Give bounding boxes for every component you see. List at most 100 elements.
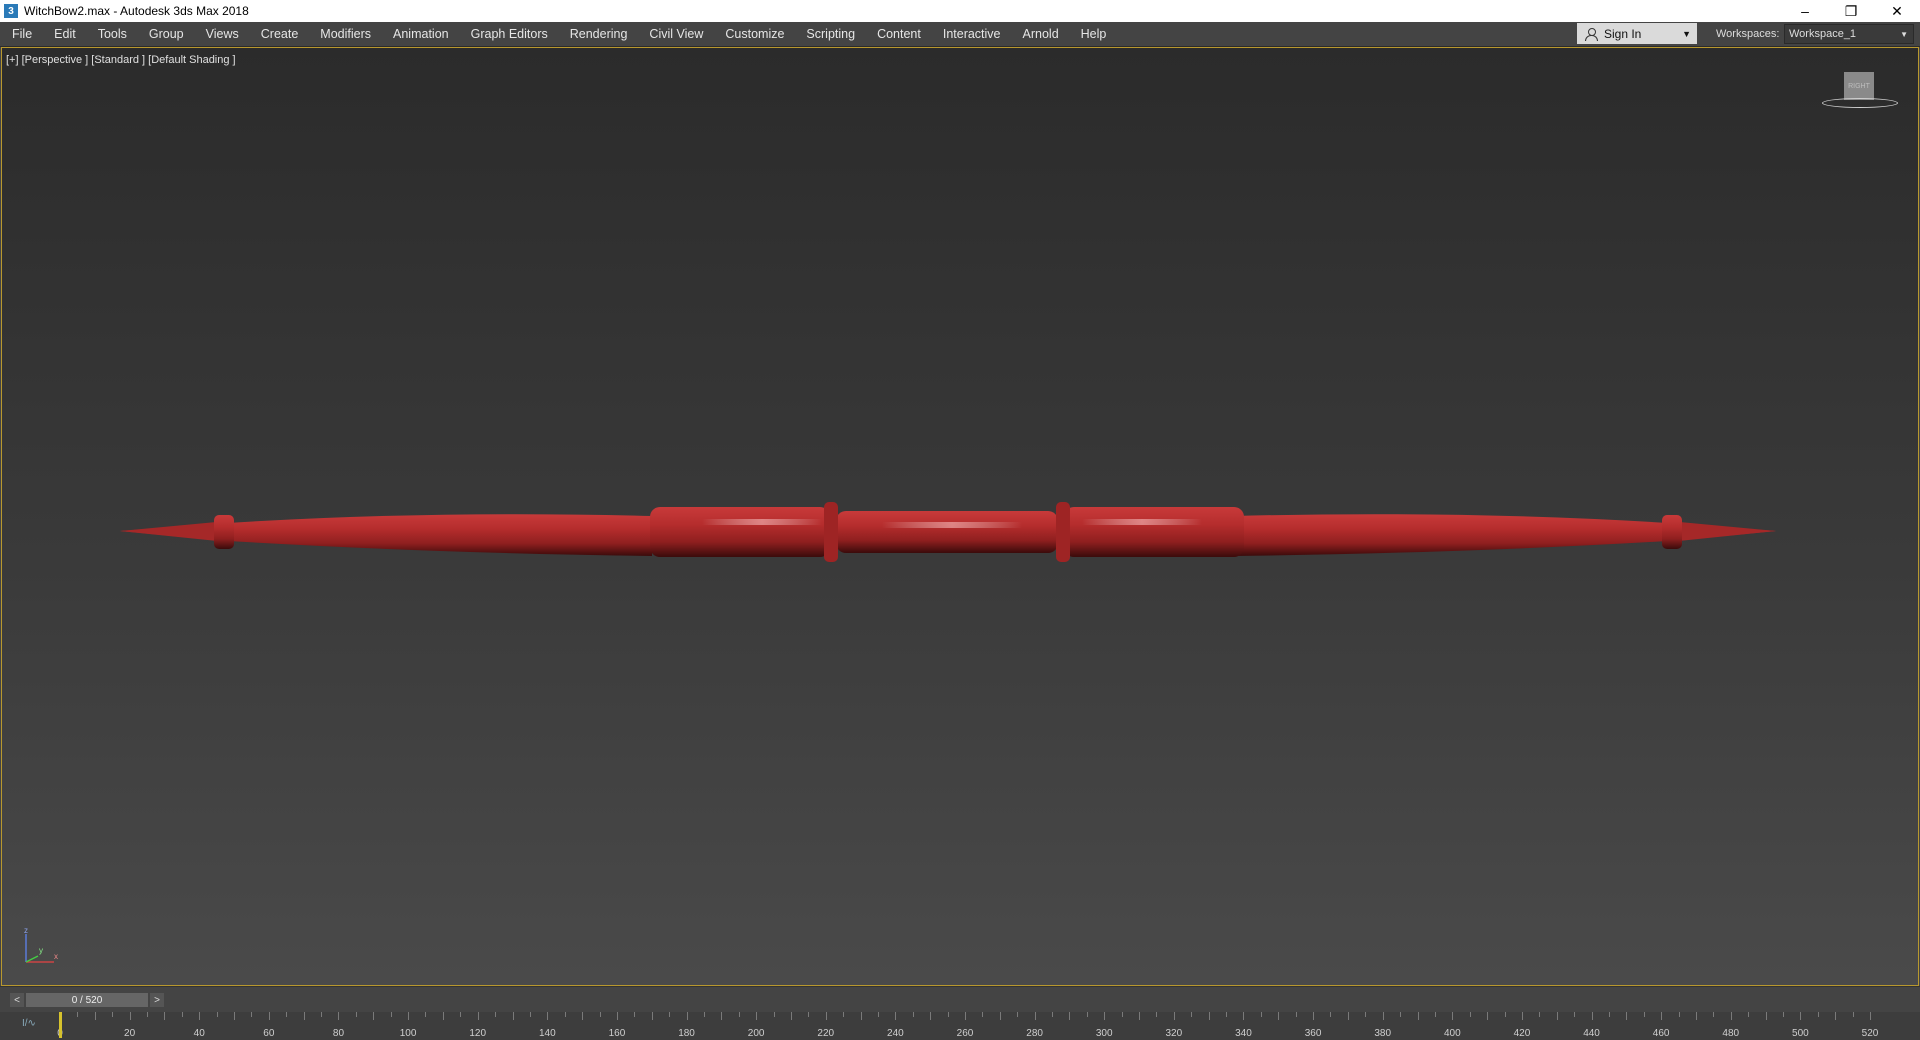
ruler-label: 420 — [1513, 1028, 1531, 1039]
ruler-tick — [1156, 1012, 1158, 1017]
ruler-tick — [790, 1012, 792, 1020]
menu-arnold[interactable]: Arnold — [1012, 22, 1070, 46]
ruler-tick — [460, 1012, 462, 1017]
ruler-tick — [895, 1012, 897, 1020]
workspace-select[interactable]: Workspace_1 ▼ — [1784, 24, 1914, 44]
ruler-tick — [634, 1012, 636, 1017]
ruler-tick — [286, 1012, 288, 1017]
ruler-tick — [268, 1012, 270, 1020]
menu-scripting[interactable]: Scripting — [795, 22, 866, 46]
ruler-tick — [1017, 1012, 1019, 1017]
menu-animation[interactable]: Animation — [382, 22, 460, 46]
bow-nock-right — [1662, 515, 1682, 549]
ruler-tick — [1139, 1012, 1141, 1020]
ruler-tick — [1661, 1012, 1663, 1020]
ruler-label: 460 — [1652, 1028, 1670, 1039]
ruler-tick — [112, 1012, 114, 1017]
curve-editor-icon[interactable]: I/∿ — [22, 1018, 36, 1029]
next-frame-button[interactable]: > — [150, 993, 164, 1007]
menu-group[interactable]: Group — [138, 22, 195, 46]
menu-edit[interactable]: Edit — [43, 22, 87, 46]
ruler-tick — [843, 1012, 845, 1017]
menu-interactive[interactable]: Interactive — [932, 22, 1012, 46]
bow-model[interactable] — [2, 48, 1918, 985]
ruler-tick — [1330, 1012, 1332, 1017]
ruler-tick — [1382, 1012, 1384, 1020]
ruler-tick — [564, 1012, 566, 1017]
ruler-tick — [1069, 1012, 1071, 1020]
ruler-tick — [129, 1012, 131, 1020]
ruler-tick — [1052, 1012, 1054, 1017]
ruler-label: 240 — [887, 1028, 904, 1039]
ruler-tick — [1365, 1012, 1367, 1017]
time-slider[interactable]: < 0 / 520 > — [0, 986, 1920, 1013]
ruler-tick — [442, 1012, 444, 1020]
ruler-tick — [1417, 1012, 1419, 1020]
ruler-tick — [425, 1012, 427, 1017]
ruler-tick — [965, 1012, 966, 1020]
bow-grip-center — [836, 511, 1058, 553]
ruler-tick — [1730, 1012, 1732, 1020]
bow-tip-left — [120, 521, 227, 542]
user-icon — [1584, 27, 1598, 41]
ruler-tick — [529, 1012, 531, 1017]
ruler-tick — [1260, 1012, 1262, 1017]
workspace-value: Workspace_1 — [1789, 28, 1857, 40]
menu-help[interactable]: Help — [1070, 22, 1118, 46]
ruler-label: 20 — [124, 1028, 136, 1039]
sign-in-label: Sign In — [1604, 26, 1642, 41]
ruler-tick — [373, 1012, 375, 1020]
sign-in-button[interactable]: Sign In ▼ — [1577, 23, 1697, 44]
ruler-tick — [390, 1012, 392, 1017]
previous-frame-button[interactable]: < — [10, 993, 24, 1007]
ruler-tick — [1243, 1012, 1245, 1020]
ruler-tick — [1608, 1012, 1610, 1017]
ruler-label: 400 — [1443, 1028, 1461, 1039]
ruler-tick — [1121, 1012, 1123, 1017]
track-bar[interactable]: I/∿ 020406080100120140160180200220240260… — [0, 1012, 1920, 1040]
ruler-tick — [477, 1012, 479, 1020]
menu-create[interactable]: Create — [250, 22, 310, 46]
ruler-tick — [338, 1012, 340, 1020]
ruler-tick — [1591, 1012, 1593, 1020]
menu-tools[interactable]: Tools — [87, 22, 138, 46]
minimize-icon[interactable]: – — [1782, 0, 1828, 22]
time-slider-thumb[interactable]: 0 / 520 — [26, 993, 148, 1007]
restore-icon[interactable]: ❐ — [1828, 0, 1874, 22]
bow-highlight-3 — [1082, 519, 1202, 525]
close-icon[interactable]: ✕ — [1874, 0, 1920, 22]
ruler-tick — [982, 1012, 984, 1017]
ruler-tick — [216, 1012, 218, 1017]
bow-highlight-1 — [702, 519, 822, 525]
menu-content[interactable]: Content — [866, 22, 932, 46]
axis-tripod: z x y — [24, 928, 58, 963]
ruler-tick — [355, 1012, 357, 1017]
menu-graph-editors[interactable]: Graph Editors — [460, 22, 559, 46]
ruler-tick — [930, 1012, 932, 1020]
ruler-tick — [999, 1012, 1001, 1020]
menu-customize[interactable]: Customize — [714, 22, 795, 46]
title-bar: 3 WitchBow2.max - Autodesk 3ds Max 2018 … — [0, 0, 1920, 22]
current-frame-marker[interactable] — [59, 1012, 62, 1038]
ruler-label: 160 — [608, 1028, 626, 1039]
ruler-tick — [1226, 1012, 1228, 1017]
ruler-tick — [199, 1012, 201, 1020]
ruler-tick — [686, 1012, 688, 1020]
ruler-tick — [1208, 1012, 1210, 1020]
perspective-viewport[interactable]: [+] [Perspective ] [Standard ] [Default … — [1, 47, 1919, 986]
menu-modifiers[interactable]: Modifiers — [309, 22, 382, 46]
menu-civil-view[interactable]: Civil View — [638, 22, 714, 46]
menu-views[interactable]: Views — [195, 22, 250, 46]
frame-ruler[interactable]: 0204060801001201401601802002202402602803… — [57, 1012, 1878, 1040]
menu-rendering[interactable]: Rendering — [559, 22, 639, 46]
app-icon[interactable]: 3 — [4, 4, 18, 18]
ruler-label: 260 — [956, 1028, 974, 1039]
ruler-label: 500 — [1792, 1028, 1809, 1039]
menu-file[interactable]: File — [0, 22, 43, 46]
chevron-down-icon: ▼ — [1682, 28, 1691, 39]
ruler-tick — [912, 1012, 914, 1017]
bow-grip-right — [1064, 507, 1244, 557]
ruler-tick — [1487, 1012, 1489, 1020]
ruler-label: 280 — [1026, 1028, 1043, 1039]
ruler-tick — [547, 1012, 549, 1020]
